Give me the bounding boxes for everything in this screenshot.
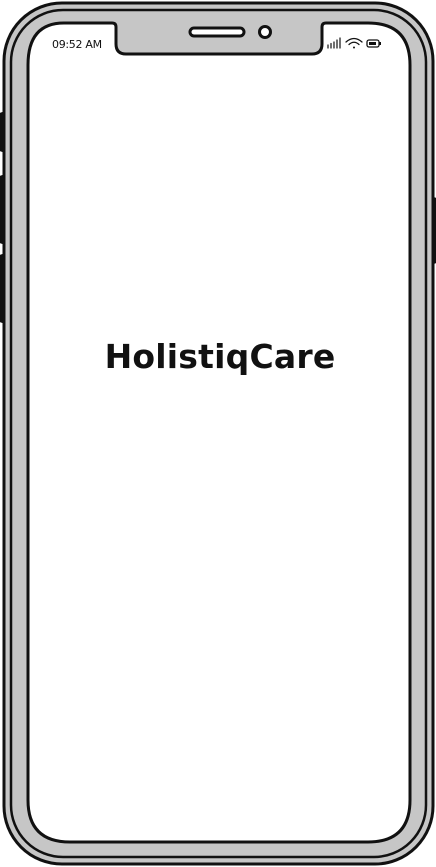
speaker-grille: [188, 26, 246, 38]
phone-frame: [0, 1, 436, 866]
phone-mockup: 09:52 AM HolistiqCare: [0, 0, 436, 867]
app-title: HolistiqCare: [104, 337, 336, 376]
screen: [26, 21, 412, 844]
status-time: 09:52 AM: [52, 38, 102, 51]
front-camera: [258, 25, 272, 39]
